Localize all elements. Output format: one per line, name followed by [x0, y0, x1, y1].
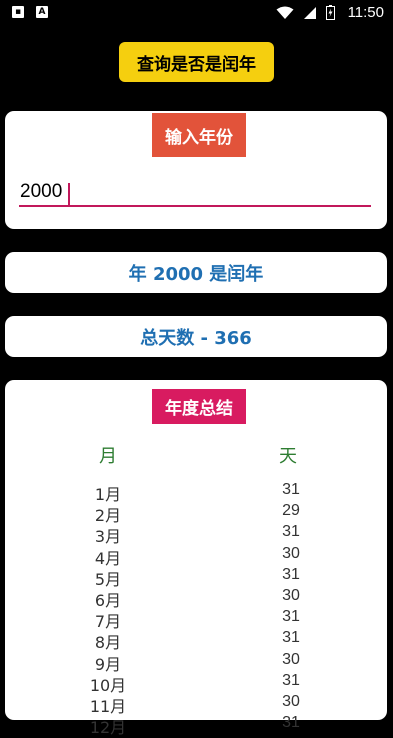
input-year-label: 输入年份: [152, 113, 246, 157]
list-item: 5月 31: [5, 565, 387, 589]
days-cell: 31: [282, 523, 300, 541]
days-cell: 31: [282, 714, 300, 732]
year-input[interactable]: [19, 179, 371, 207]
list-item: 7月 31: [5, 608, 387, 631]
list-item: 10月 31: [5, 671, 387, 695]
status-time: 11:50: [347, 4, 384, 21]
days-cell: 30: [282, 692, 300, 710]
days-cell: 31: [282, 481, 300, 498]
list-item: 6月 30: [5, 586, 387, 610]
list-item: 2月 29: [5, 502, 387, 525]
days-cell: 30: [282, 544, 300, 562]
year-summary-card: 年度总结 月 天 1月 31 2月 29 3月 31 4月 30 5月 31 6月 30 7…: [5, 380, 387, 737]
year-input-card: 输入年份: [5, 111, 387, 229]
wifi-icon: [276, 6, 294, 19]
total-days-result: 总天数 - 366: [5, 316, 387, 357]
list-item: 3月 31: [5, 523, 387, 546]
days-column-header: 天: [279, 446, 297, 467]
list-item: 11月 30: [5, 692, 387, 716]
signal-icon: [303, 6, 316, 19]
list-item: 9月 30: [5, 650, 387, 674]
month-column-header: 月: [99, 446, 117, 467]
leap-year-result: 年 2000 是闰年: [5, 252, 387, 293]
system-icons: 11:50: [276, 4, 384, 21]
days-cell: 31: [282, 671, 300, 689]
month-days-list: 1月 31 2月 29 3月 31 4月 30 5月 31 6月 30 7月 31 8月 31 …: [5, 481, 387, 738]
app-notification-icon: A: [36, 6, 48, 18]
days-cell: 31: [282, 565, 300, 583]
month-cell: 12月: [89, 718, 127, 738]
days-cell: 29: [282, 502, 300, 520]
status-bar: ▪ A 11:50: [0, 0, 393, 28]
days-cell: 31: [282, 608, 300, 626]
days-cell: 30: [282, 586, 300, 604]
year-summary-label: 年度总结: [152, 389, 246, 424]
list-item: 12月 31: [5, 714, 387, 738]
list-item: 4月 30: [5, 544, 387, 568]
notification-icon: ▪: [12, 6, 24, 18]
list-item: 1月 31: [5, 481, 387, 504]
notification-icons: ▪ A: [12, 6, 48, 18]
text-cursor: [68, 183, 70, 207]
battery-charging-icon: [325, 5, 335, 20]
days-cell: 31: [282, 629, 300, 647]
check-leap-year-button[interactable]: 查询是否是闰年: [119, 42, 274, 82]
days-cell: 30: [282, 650, 300, 668]
list-item: 8月 31: [5, 629, 387, 652]
